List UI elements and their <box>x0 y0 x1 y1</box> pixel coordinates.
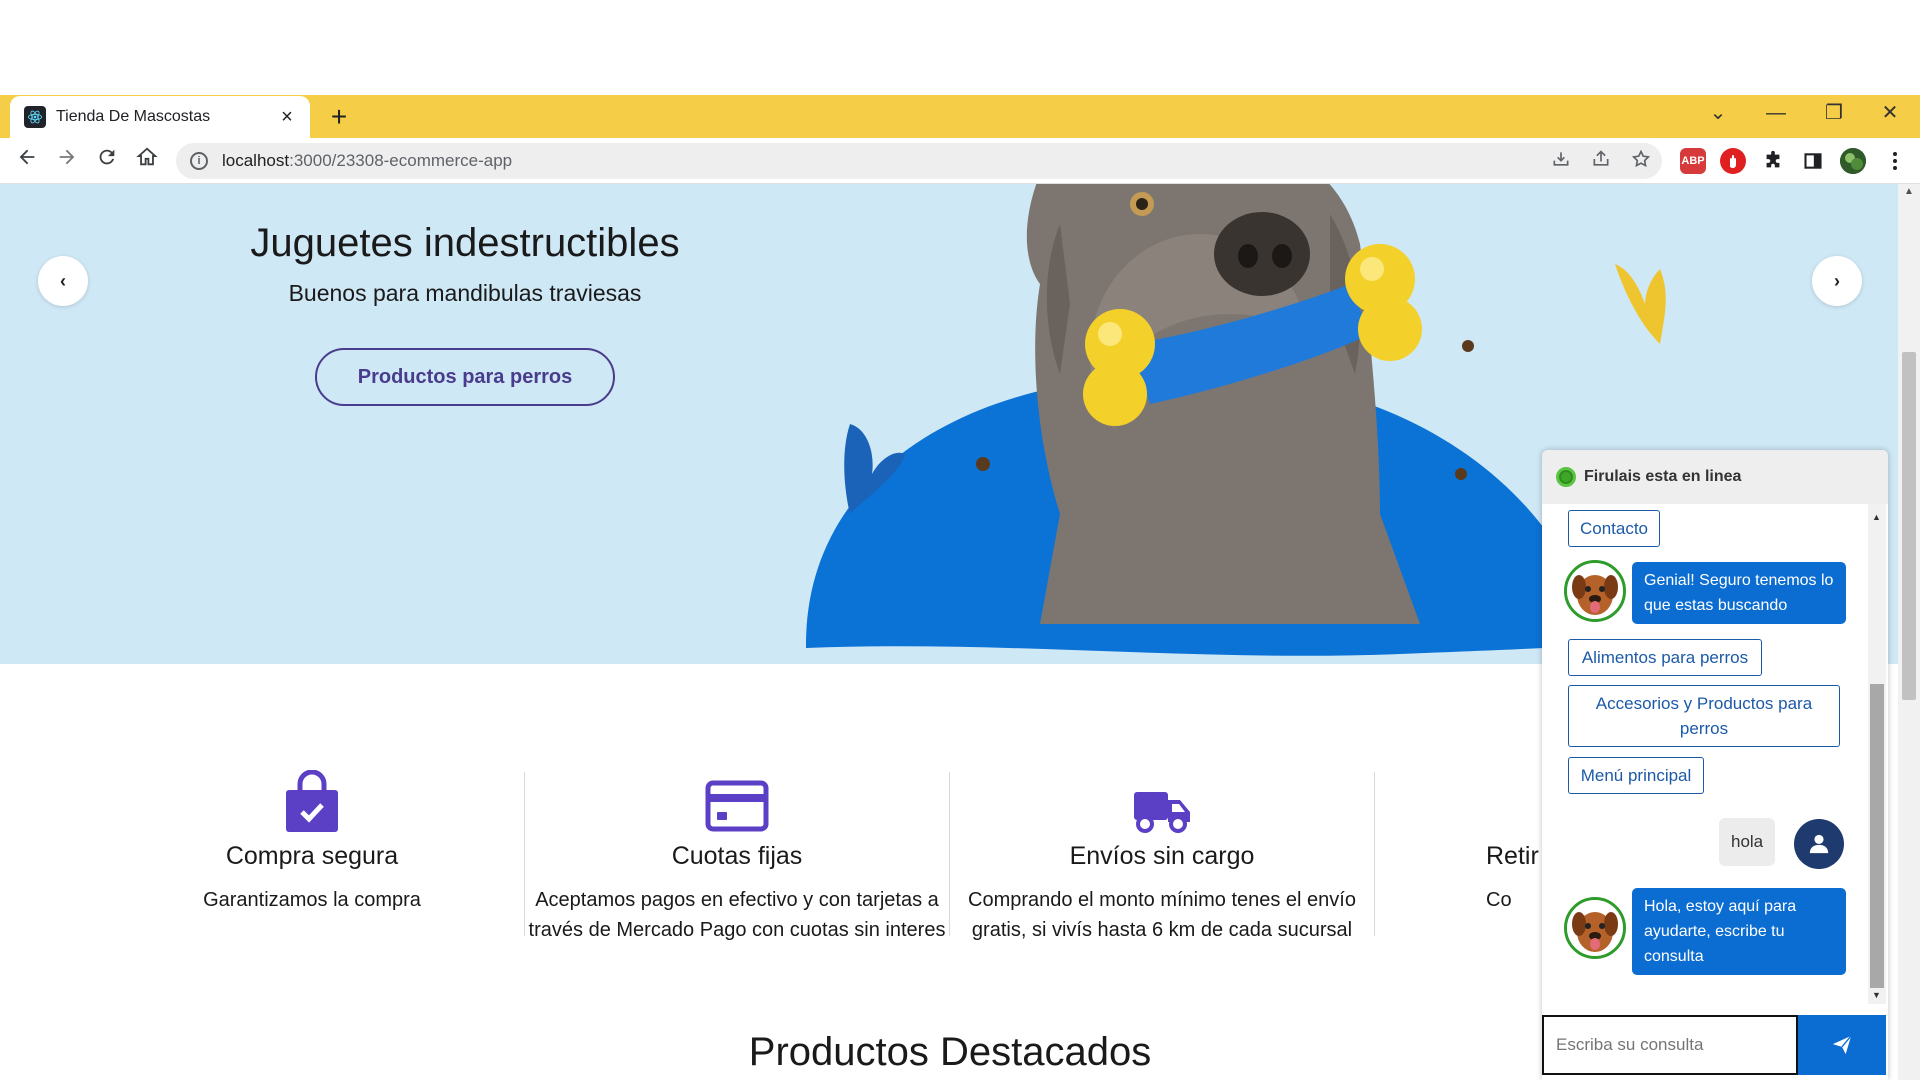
browser-menu-icon[interactable] <box>1882 148 1908 174</box>
restore-button[interactable]: ❐ <box>1810 96 1858 130</box>
home-icon[interactable] <box>132 146 162 176</box>
feature-text: Garantizamos la compra <box>203 889 421 911</box>
bot-avatar <box>1564 897 1626 959</box>
feature-divider <box>1374 772 1375 936</box>
chat-send-button[interactable] <box>1798 1015 1886 1075</box>
close-window-button[interactable]: ✕ <box>1866 96 1914 130</box>
install-app-icon[interactable] <box>1548 149 1574 175</box>
scroll-up-arrow-icon[interactable]: ▲ <box>1900 186 1918 197</box>
new-tab-button[interactable]: + <box>322 100 356 134</box>
tab-active[interactable]: Tienda De Mascostas × <box>10 96 310 138</box>
ublock-extension-icon[interactable] <box>1720 148 1746 174</box>
chat-option-dog-accessories[interactable]: Accesorios y Productos para perros <box>1568 685 1840 747</box>
shopping-bag-check-icon <box>100 770 524 834</box>
bookmark-star-icon[interactable] <box>1628 149 1654 175</box>
feature-fixed-installments: Cuotas fijas Aceptamos pagos en efectivo… <box>525 770 949 945</box>
bot-message: Genial! Seguro tenemos lo que estas busc… <box>1632 562 1846 624</box>
tab-title: Tienda De Mascostas <box>56 108 211 125</box>
tab-close-icon[interactable]: × <box>276 106 298 129</box>
chat-header-title: Firulais esta en linea <box>1584 468 1742 485</box>
back-icon[interactable] <box>12 146 42 176</box>
bot-message: Hola, estoy aquí para ayudarte, escribe … <box>1632 888 1846 975</box>
adblock-extension-icon[interactable]: ABP <box>1680 148 1706 174</box>
side-panel-icon[interactable] <box>1800 148 1826 174</box>
forward-icon[interactable] <box>52 146 82 176</box>
reload-icon[interactable] <box>92 146 122 176</box>
feature-title: Compra segura <box>225 842 399 870</box>
profile-avatar[interactable] <box>1840 148 1866 174</box>
browser-window: Tienda De Mascostas × + ⌄ — ❐ ✕ i localh… <box>0 0 1920 1080</box>
address-bar[interactable]: i localhost:3000/23308-ecommerce-app <box>176 143 1662 179</box>
carousel-next-button[interactable]: › <box>1812 256 1862 306</box>
extensions-puzzle-icon[interactable] <box>1760 148 1786 174</box>
page-scrollbar-thumb[interactable] <box>1902 352 1916 700</box>
chat-message-input[interactable] <box>1542 1015 1798 1075</box>
site-info-icon[interactable]: i <box>190 152 208 170</box>
minimize-button[interactable]: — <box>1752 96 1800 130</box>
url-text: localhost:3000/23308-ecommerce-app <box>222 151 513 170</box>
feature-text: Comprando el monto mínimo tenes el envío… <box>968 889 1356 941</box>
send-icon <box>1832 1035 1852 1055</box>
online-status-icon <box>1556 467 1576 487</box>
chat-scroll-down-icon[interactable]: ▼ <box>1872 990 1881 1000</box>
dog-avatar-icon <box>1567 563 1623 619</box>
chat-option-dog-food[interactable]: Alimentos para perros <box>1568 639 1762 676</box>
react-favicon-icon <box>24 106 46 128</box>
tab-search-icon[interactable]: ⌄ <box>1694 96 1742 130</box>
feature-secure-purchase: Compra segura Garantizamos la compra <box>100 770 524 915</box>
chat-scroll-up-icon[interactable]: ▲ <box>1872 512 1881 522</box>
credit-card-icon <box>525 770 949 834</box>
truck-icon <box>950 770 1374 834</box>
chat-scrollbar-thumb[interactable] <box>1870 684 1884 988</box>
chatbot-widget: Firulais esta en linea ▲ ▼ Contacto Geni… <box>1542 450 1888 1080</box>
chat-option-contact[interactable]: Contacto <box>1568 510 1660 547</box>
bot-avatar <box>1564 560 1626 622</box>
chat-header: Firulais esta en linea <box>1542 450 1888 504</box>
dog-products-button[interactable]: Productos para perros <box>315 348 615 406</box>
carousel-prev-button[interactable]: ‹ <box>38 256 88 306</box>
share-icon[interactable] <box>1588 149 1614 175</box>
user-icon <box>1809 834 1829 854</box>
hero-subtitle: Buenos para mandibulas traviesas <box>288 280 642 306</box>
user-avatar <box>1794 819 1844 869</box>
feature-title: Cuotas fijas <box>671 842 803 870</box>
chat-option-main-menu[interactable]: Menú principal <box>1568 757 1704 794</box>
chat-scrollbar[interactable]: ▲ ▼ <box>1868 504 1886 1004</box>
feature-title: Envíos sin cargo <box>1069 842 1255 870</box>
feature-free-shipping: Envíos sin cargo Comprando el monto míni… <box>950 770 1374 945</box>
hero-title: Juguetes indestructibles <box>250 221 680 265</box>
user-message: hola <box>1719 818 1776 866</box>
feature-text: Aceptamos pagos en efectivo y con tarjet… <box>528 889 946 941</box>
dog-avatar-icon <box>1567 900 1623 956</box>
